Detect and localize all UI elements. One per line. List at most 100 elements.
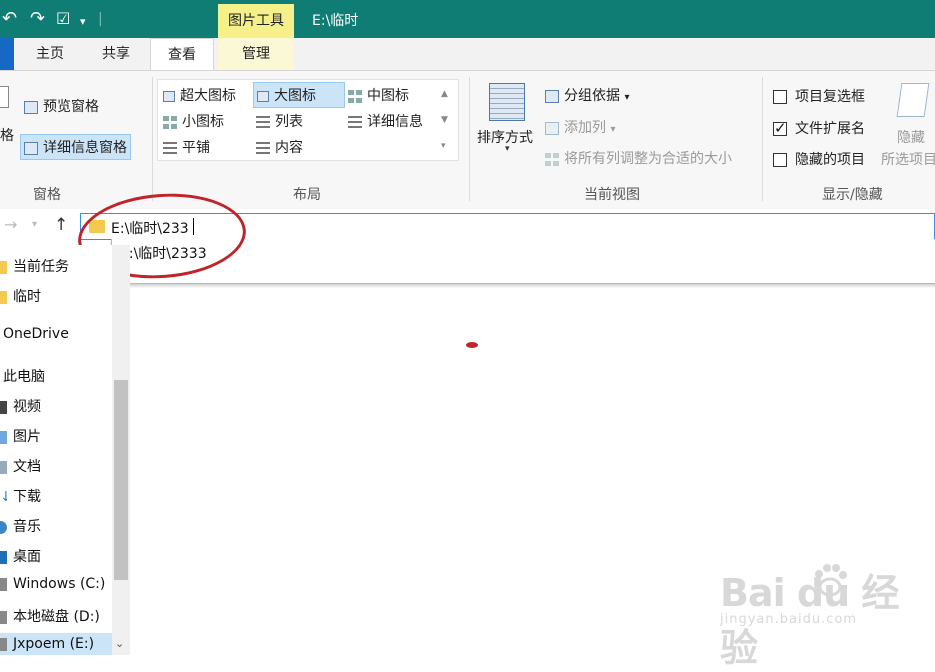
- sidebar-scrollbar[interactable]: ⌄: [112, 245, 130, 655]
- qat-separator: |: [98, 11, 103, 27]
- extra-large-icons-label: 超大图标: [180, 88, 236, 104]
- sidebar-item-label: 临时: [13, 289, 41, 305]
- file-name-extensions-checkbox[interactable]: [773, 119, 787, 137]
- group-by-button[interactable]: 分组依据 ▾: [545, 85, 629, 105]
- tab-view[interactable]: 查看: [150, 38, 214, 72]
- recent-dropdown-icon[interactable]: ▾: [32, 219, 37, 230]
- preview-pane-icon: [24, 100, 38, 114]
- sidebar-item-music[interactable]: 音乐: [0, 516, 41, 536]
- tiles-button[interactable]: 平铺: [163, 137, 210, 157]
- show-hide-group-label: 显示/隐藏: [822, 187, 883, 203]
- medium-icons-icon: [348, 89, 362, 103]
- sidebar-item-temp[interactable]: 临时: [0, 286, 41, 306]
- tab-home[interactable]: 主页: [22, 38, 78, 70]
- large-icons-icon: [257, 90, 269, 102]
- sidebar-item-documents[interactable]: 文档: [0, 456, 41, 476]
- navigation-pane: 当前任务 临时 OneDrive 此电脑 视频 图片 文档 ↓下载 音乐 桌面 …: [0, 245, 130, 655]
- details-pane-button[interactable]: 详细信息窗格: [20, 134, 131, 160]
- scrollbar-thumb[interactable]: [114, 380, 128, 580]
- add-columns-button[interactable]: 添加列 ▾: [545, 117, 615, 137]
- large-icons-label: 大图标: [274, 88, 316, 104]
- item-check-boxes-checkbox[interactable]: [773, 90, 787, 104]
- size-all-columns-button[interactable]: 将所有列调整为合适的大小: [545, 148, 732, 168]
- medium-icons-label: 中图标: [367, 88, 409, 104]
- small-icons-button[interactable]: 小图标: [163, 111, 224, 131]
- hidden-items-toggle[interactable]: 隐藏的项目: [773, 149, 865, 169]
- hide-label[interactable]: 隐藏: [897, 127, 925, 147]
- large-icons-button[interactable]: 大图标: [253, 82, 345, 108]
- tab-manage[interactable]: 管理: [226, 38, 286, 70]
- ribbon-tab-row: 主页 共享 查看 管理: [0, 38, 935, 72]
- qat-dropdown-icon[interactable]: ▾: [80, 12, 86, 32]
- tab-share[interactable]: 共享: [88, 38, 144, 70]
- preview-pane-button[interactable]: 预览窗格: [24, 96, 99, 116]
- sidebar-item-label: Jxpoem (E:): [13, 636, 95, 652]
- title-bar: ↶ ↷ ☑ ▾ | 图片工具 E:\临时: [0, 0, 935, 38]
- sidebar-item-label: 文档: [13, 459, 41, 475]
- tiles-label: 平铺: [182, 140, 210, 156]
- file-name-extensions-toggle[interactable]: 文件扩展名: [773, 118, 865, 138]
- hidden-items-label: 隐藏的项目: [795, 152, 865, 168]
- hide-selected-label[interactable]: 所选项目: [881, 149, 935, 169]
- item-check-boxes-toggle[interactable]: 项目复选框: [773, 86, 865, 106]
- file-tab[interactable]: [0, 38, 14, 70]
- medium-icons-button[interactable]: 中图标: [348, 85, 409, 105]
- sidebar-item-label: 下载: [13, 489, 41, 505]
- tiles-icon: [163, 141, 177, 155]
- layout-group-label: 布局: [293, 187, 321, 203]
- list-button[interactable]: 列表: [256, 111, 303, 131]
- drive-icon: [0, 637, 7, 651]
- ribbon-divider: [469, 77, 470, 201]
- group-by-icon: [545, 89, 559, 103]
- sidebar-item-label: 当前任务: [13, 259, 69, 275]
- hide-selected-icon[interactable]: [896, 83, 930, 117]
- file-name-extensions-label: 文件扩展名: [795, 121, 865, 137]
- sidebar-item-label: 图片: [13, 429, 41, 445]
- navigation-pane-label[interactable]: 格: [0, 125, 14, 145]
- watermark: Bai du 经验 jingyan.baidu.com: [720, 562, 930, 670]
- add-columns-label: 添加列: [564, 120, 606, 136]
- sidebar-item-drive-e[interactable]: Jxpoem (E:): [0, 633, 112, 655]
- gallery-scroll-icon[interactable]: ▲ ▼ ▾: [441, 81, 448, 159]
- extra-large-icons-button[interactable]: 超大图标: [163, 85, 236, 105]
- details-view-label: 详细信息: [367, 114, 423, 130]
- properties-icon[interactable]: ☑: [56, 9, 70, 29]
- sidebar-item-videos[interactable]: 视频: [0, 396, 41, 416]
- sidebar-item-label: 桌面: [13, 549, 41, 565]
- sidebar-item-downloads[interactable]: ↓ 下载: [0, 486, 41, 506]
- list-label: 列表: [275, 114, 303, 130]
- folder-icon: [0, 260, 7, 274]
- sidebar-item-onedrive[interactable]: OneDrive: [3, 326, 69, 342]
- picture-tools-context-tab: 图片工具: [218, 4, 294, 38]
- desktop-icon: [0, 550, 7, 564]
- redo-icon[interactable]: ↷: [30, 9, 45, 29]
- small-icons-label: 小图标: [182, 114, 224, 130]
- sidebar-item-this-pc[interactable]: 此电脑: [3, 366, 45, 386]
- navigation-pane-icon[interactable]: [0, 86, 9, 108]
- sidebar-item-label: 视频: [13, 399, 41, 415]
- content-button[interactable]: 内容: [256, 137, 303, 157]
- sidebar-item-current-tasks[interactable]: 当前任务: [0, 256, 69, 276]
- content-label: 内容: [275, 140, 303, 156]
- preview-pane-label: 预览窗格: [43, 99, 99, 115]
- current-view-group-label: 当前视图: [584, 187, 640, 203]
- sidebar-item-drive-d[interactable]: 本地磁盘 (D:): [0, 606, 100, 626]
- sidebar-item-label: Windows (C:): [13, 576, 106, 592]
- undo-icon[interactable]: ↶: [2, 9, 17, 29]
- back-arrow-icon[interactable]: →: [4, 215, 17, 234]
- sidebar-item-desktop[interactable]: 桌面: [0, 546, 41, 566]
- hidden-items-checkbox[interactable]: [773, 153, 787, 167]
- documents-icon: [0, 460, 7, 474]
- sort-by-icon[interactable]: [489, 83, 525, 121]
- details-view-button[interactable]: 详细信息: [348, 111, 423, 131]
- up-arrow-icon[interactable]: ↑: [54, 215, 68, 235]
- music-icon: [0, 520, 7, 534]
- scroll-down-icon[interactable]: ⌄: [115, 637, 124, 650]
- add-columns-icon: [545, 121, 559, 135]
- sidebar-item-pictures[interactable]: 图片: [0, 426, 41, 446]
- ribbon-divider: [152, 77, 153, 201]
- panes-group-label: 窗格: [33, 187, 61, 203]
- sidebar-item-label: OneDrive: [3, 326, 69, 342]
- sidebar-item-drive-c[interactable]: Windows (C:): [0, 576, 105, 592]
- extra-large-icons-icon: [163, 90, 175, 102]
